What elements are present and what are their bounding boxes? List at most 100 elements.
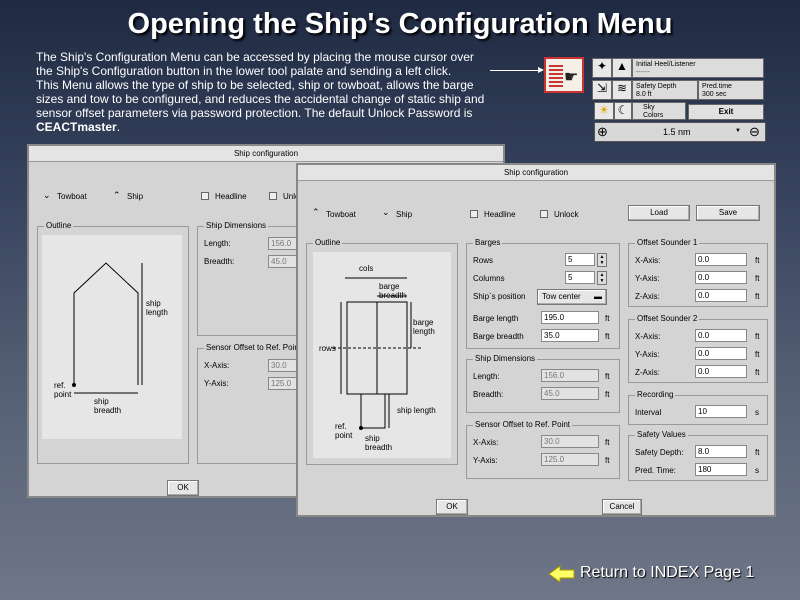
os1-y-field[interactable]: 0.0 <box>695 271 747 284</box>
safety-values-label: Safety Values <box>635 430 688 439</box>
save-button[interactable]: Save <box>696 205 760 221</box>
unit-ft: ft <box>755 292 760 301</box>
ship-dimensions-label: Ship Dimensions <box>473 354 538 363</box>
offset-sounder-1-label: Offset Sounder 1 <box>635 238 700 247</box>
sun-icon[interactable]: ☀ <box>594 102 614 120</box>
ref-point-label: ref. point <box>335 422 353 440</box>
barge-hatch-icon <box>549 65 563 87</box>
sky-colors-field[interactable]: Sky Colors <box>632 102 686 120</box>
load-button[interactable]: Load <box>628 205 690 221</box>
default-password: CEACTmaster <box>36 120 117 134</box>
wind-icon[interactable]: ✦ <box>592 58 612 78</box>
sensor-offset-label: Sensor Offset to Ref. Poin <box>204 343 301 352</box>
pred-time-label: Pred.time <box>702 83 732 90</box>
barges-group: Barges Rows 5 ▲ ▼ Columns 5 ▲ ▼ Ship`s pos… <box>466 238 620 349</box>
headline-checkbox[interactable] <box>470 210 478 218</box>
safety-depth-field[interactable]: 8.0 <box>695 445 747 458</box>
barge-breadth-field-label: Barge breadth <box>473 332 524 341</box>
os2-y-field[interactable]: 0.0 <box>695 347 747 360</box>
interval-field[interactable]: 10 <box>695 405 747 418</box>
unit-ft: ft <box>605 438 610 447</box>
os1-z-field[interactable]: 0.0 <box>695 289 747 302</box>
unlock-checkbox[interactable] <box>269 192 277 200</box>
headline-checkbox[interactable] <box>201 192 209 200</box>
outline-label: Outline <box>313 238 343 247</box>
rows-label: rows <box>319 344 336 353</box>
measure-icon[interactable]: ⇲ <box>592 80 612 100</box>
intro-text: The Ship's Configuration Menu can be acc… <box>36 50 536 134</box>
unit-s: s <box>755 466 759 475</box>
recording-label: Recording <box>635 390 676 399</box>
rows-spinner[interactable]: ▲ ▼ <box>597 253 607 267</box>
dropdown-icon: ▬ <box>594 292 602 301</box>
ship-dimensions-label: Ship Dimensions <box>204 221 269 230</box>
x-axis-field[interactable]: 30.0 <box>541 435 599 448</box>
dialog-title: Ship configuration <box>298 165 774 181</box>
ref-point-label: ref. point <box>54 381 72 399</box>
sky-label: Sky <box>643 104 655 111</box>
intro-line: The Ship's Configuration Menu can be acc… <box>36 50 474 64</box>
y-axis-label: Y-Axis: <box>204 379 229 388</box>
heel-label: Initial Heel/Listener <box>636 61 696 68</box>
y-axis-label: Y-Axis: <box>473 456 498 465</box>
towboat-radio[interactable]: ⌃ <box>312 207 320 218</box>
os1-x-label: X-Axis: <box>635 256 661 265</box>
unit-ft: ft <box>755 332 760 341</box>
rows-field[interactable]: 5 <box>565 253 595 266</box>
unlock-checkbox[interactable] <box>540 210 548 218</box>
columns-field[interactable]: 5 <box>565 271 595 284</box>
unlock-label: Unlock <box>554 210 579 219</box>
ship-breadth-label: ship breadth <box>94 397 122 415</box>
barge-length-field-label: Barge length <box>473 314 519 323</box>
dialog-title: Ship configuration <box>29 146 503 162</box>
y-axis-field[interactable]: 125.0 <box>541 453 599 466</box>
unit-ft: ft <box>605 372 610 381</box>
zoom-dropdown-icon[interactable]: ▼ <box>735 128 741 134</box>
ship-configuration-button[interactable]: ☛ <box>544 57 584 93</box>
headline-label: Headline <box>484 210 516 219</box>
unit-ft: ft <box>605 390 610 399</box>
pred-time-field[interactable]: 180 <box>695 463 747 476</box>
sensor-offset-label: Sensor Offset to Ref. Point <box>473 420 573 429</box>
cancel-button[interactable]: Cancel <box>602 499 642 515</box>
os2-z-field[interactable]: 0.0 <box>695 365 747 378</box>
os1-x-field[interactable]: 0.0 <box>695 253 747 266</box>
intro-line: sizes and tow to be configured, and redu… <box>36 92 485 106</box>
unit-ft: ft <box>755 368 760 377</box>
moon-icon[interactable]: ☾ <box>614 102 632 120</box>
ok-button[interactable]: OK <box>436 499 468 515</box>
x-axis-label: X-Axis: <box>204 361 230 370</box>
left-arrow-icon <box>548 565 575 583</box>
offset-sounder-1-group: Offset Sounder 1 X-Axis: 0.0 ft Y-Axis: … <box>628 238 768 307</box>
towboat-radio[interactable]: ⌄ <box>43 190 51 201</box>
ship-length-label: ship length <box>146 299 168 317</box>
exit-button[interactable]: Exit <box>688 104 764 120</box>
breadth-field[interactable]: 45.0 <box>541 387 599 400</box>
barge-length-field[interactable]: 195.0 <box>541 311 599 324</box>
zoom-in-icon[interactable]: ⊕ <box>597 124 608 140</box>
zoom-out-icon[interactable]: ⊖ <box>749 124 760 140</box>
unit-ft: ft <box>755 274 760 283</box>
return-to-index-link[interactable]: Return to INDEX Page 1 <box>548 562 788 586</box>
towboat-label: Towboat <box>57 192 87 201</box>
zoom-bar: ⊕ 1.5 nm ▼ ⊖ <box>594 122 766 142</box>
ship-length-label: ship length <box>397 406 436 415</box>
barges-label: Barges <box>473 238 503 247</box>
barge-breadth-field[interactable]: 35.0 <box>541 329 599 342</box>
ship-radio[interactable]: ⌃ <box>113 190 121 201</box>
depth-icon[interactable]: ≋ <box>612 80 632 100</box>
outline-diagram: cols barge breadth barge length rows shi… <box>313 252 451 458</box>
ship-radio[interactable]: ⌄ <box>382 207 390 218</box>
triangle-icon[interactable]: ▲ <box>612 58 632 78</box>
unit-ft: ft <box>755 256 760 265</box>
ok-button[interactable]: OK <box>167 480 199 496</box>
length-label: Length: <box>204 239 231 248</box>
ship-position-select[interactable]: Tow center ▬ <box>537 289 607 305</box>
unit-ft: ft <box>605 332 610 341</box>
os2-x-field[interactable]: 0.0 <box>695 329 747 342</box>
columns-spinner[interactable]: ▲ ▼ <box>597 271 607 285</box>
recording-group: Recording Interval 10 s <box>628 390 768 425</box>
length-field[interactable]: 156.0 <box>541 369 599 382</box>
heel-dashes: ------ <box>636 69 650 76</box>
zoom-value: 1.5 nm <box>663 127 691 137</box>
